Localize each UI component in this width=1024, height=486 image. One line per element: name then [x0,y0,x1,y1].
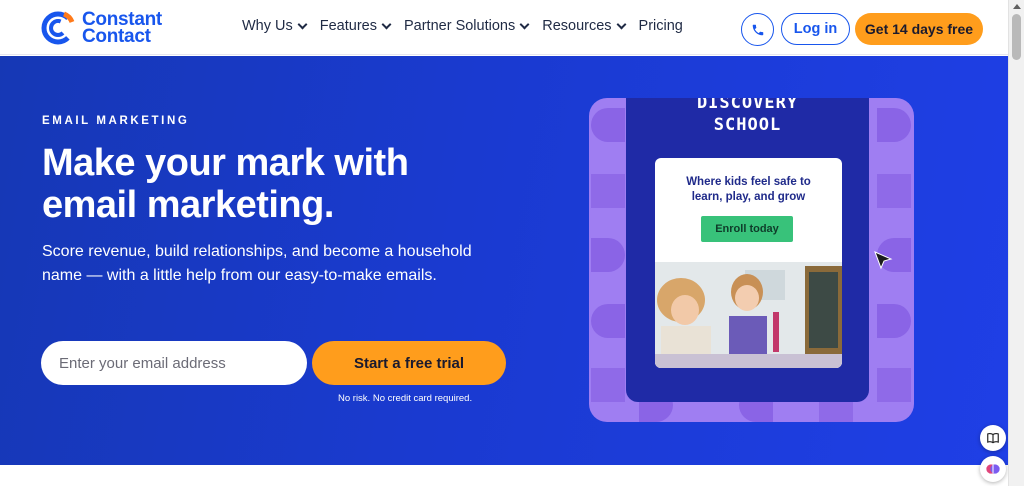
email-preview: DISCOVERY SCHOOL Where kids feel safe to… [626,98,869,402]
pattern-shape [591,304,625,338]
pattern-shape [591,108,625,142]
school-title-line1: DISCOVERY [696,98,799,113]
brand-name: Constant Contact [82,10,162,47]
promo-tagline-line2: learn, play, and grow [691,191,806,203]
nav-item-features[interactable]: Features [319,18,392,34]
nav-item-label: Resources [542,18,612,34]
email-preview-card: Where kids feel safe to learn, play, and… [655,158,842,368]
start-free-trial-button[interactable]: Start a free trial [312,341,506,385]
pattern-shape [591,238,625,272]
logo-mark-icon [40,10,76,46]
email-preview-frame: DISCOVERY SCHOOL Where kids feel safe to… [589,98,914,422]
hero-eyebrow: EMAIL MARKETING [42,115,190,127]
mouse-cursor-icon [873,250,893,277]
brand-logo[interactable]: Constant Contact [40,10,162,46]
login-button[interactable]: Log in [781,13,850,45]
promo-tagline: Where kids feel safe to learn, play, and… [655,175,842,205]
chevron-down-icon [616,19,626,30]
kids-photo [655,262,842,368]
scroll-up-arrow-icon[interactable] [1013,4,1021,9]
brand-name-line2: Contact [82,26,151,47]
pattern-shape [877,304,911,338]
phone-icon [752,24,763,35]
hero-section: EMAIL MARKETING Make your mark with emai… [0,56,1008,465]
pattern-shape [591,174,625,208]
hero-headline: Make your mark with email marketing. [42,142,409,226]
school-title-line2: SCHOOL [713,115,782,135]
assistant-button[interactable] [980,456,1006,482]
next-section [0,465,1008,486]
nav-item-pricing[interactable]: Pricing [639,18,683,34]
nav-item-partner-solutions[interactable]: Partner Solutions [403,18,530,34]
nav-item-label: Features [319,18,377,34]
book-icon [987,432,999,444]
chevron-down-icon [519,19,530,30]
chevron-down-icon [381,19,392,30]
pattern-shape [877,108,911,142]
pattern-shape [877,174,911,208]
site-header: Constant Contact Why Us Features Partner… [0,0,1008,55]
pattern-shape [877,368,911,402]
hero-subtext: Score revenue, build relationships, and … [42,243,472,284]
nav-item-label: Pricing [638,18,683,34]
page-scrollbar[interactable] [1008,0,1024,486]
hero-fineprint: No risk. No credit card required. [338,393,473,404]
email-input[interactable] [41,341,307,385]
nav-item-resources[interactable]: Resources [542,18,626,34]
nav-item-label: Partner Solutions [403,18,516,34]
main-nav: Why Us Features Partner Solutions Resour… [242,18,683,34]
school-title: DISCOVERY SCHOOL [626,98,869,136]
nav-item-label: Why Us [242,18,293,34]
pattern-shape [591,368,625,402]
brain-icon [986,464,1000,474]
phone-button[interactable] [741,13,774,46]
chevron-down-icon [297,19,308,30]
scrollbar-thumb[interactable] [1012,14,1021,60]
promo-tagline-line1: Where kids feel safe to [686,176,811,188]
nav-item-why-us[interactable]: Why Us [242,18,308,34]
get-free-trial-button[interactable]: Get 14 days free [855,13,983,45]
reading-mode-button[interactable] [980,425,1006,451]
enroll-today-button: Enroll today [701,216,793,242]
